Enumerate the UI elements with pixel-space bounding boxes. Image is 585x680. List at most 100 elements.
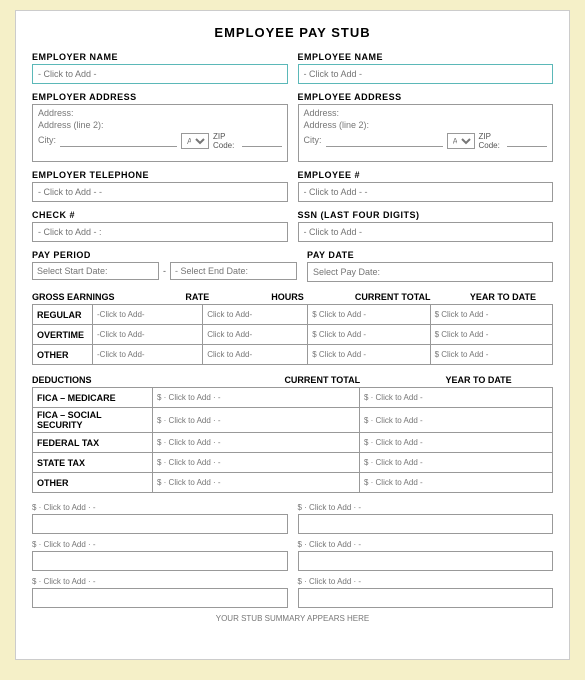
ssn-label: SSN (LAST FOUR DIGITS) — [298, 210, 554, 220]
employee-name-col: EMPLOYEE NAME — [298, 52, 554, 84]
earnings-current-cell-1[interactable]: $ Click to Add - — [308, 325, 430, 345]
employee-zip-label: ZIP Code: — [479, 132, 504, 150]
ded-current-cell-3[interactable]: $ · Click to Add · - — [153, 453, 360, 473]
employer-address-block: Address: Address (line 2): City: A ▼ ZIP… — [32, 104, 288, 162]
employer-name-col: EMPLOYER NAME — [32, 52, 288, 84]
earnings-current-cell-0[interactable]: $ Click to Add - — [308, 305, 430, 325]
summary-left-input-2[interactable] — [32, 588, 288, 608]
ssn-input[interactable] — [298, 222, 554, 242]
pay-date-label: PAY DATE — [307, 250, 553, 260]
summary-left-label-1: $ · Click to Add · - — [32, 540, 288, 549]
summary-row-2: $ · Click to Add · - $ · Click to Add · … — [32, 577, 553, 608]
pay-date-input[interactable] — [307, 262, 553, 282]
summary-left-2: $ · Click to Add · - — [32, 577, 288, 608]
earnings-gross-label: GROSS EARNINGS — [32, 292, 152, 302]
employee-city-input[interactable] — [326, 136, 443, 147]
employer-name-label: EMPLOYER NAME — [32, 52, 288, 62]
employee-number-col: EMPLOYEE # — [298, 170, 554, 202]
employee-state-select[interactable]: A ▼ — [447, 133, 475, 149]
deductions-header: DEDUCTIONS CURRENT TOTAL YEAR TO DATE — [32, 375, 553, 385]
earnings-row-label-0: REGULAR — [33, 305, 93, 325]
summary-right-label-1: $ · Click to Add · - — [298, 540, 554, 549]
employer-addr-line2: Address (line 2): — [38, 120, 282, 130]
ded-ytd-cell-4[interactable]: $ · Click to Add - — [359, 473, 552, 493]
employer-state-select[interactable]: A ▼ — [181, 133, 209, 149]
ded-ytd-cell-2[interactable]: $ · Click to Add - — [359, 433, 552, 453]
employee-city-row: City: A ▼ ZIP Code: — [304, 132, 548, 150]
summary-right-input-1[interactable] — [298, 551, 554, 571]
earnings-section: GROSS EARNINGS RATE HOURS CURRENT TOTAL … — [32, 292, 553, 365]
earnings-ytd-cell-0[interactable]: $ Click to Add - — [430, 305, 552, 325]
summary-right-1: $ · Click to Add · - — [298, 540, 554, 571]
ssn-col: SSN (LAST FOUR DIGITS) — [298, 210, 554, 242]
summary-right-0: $ · Click to Add · - — [298, 503, 554, 534]
employer-city-input[interactable] — [60, 136, 177, 147]
ded-row-label-0: FICA – MEDICARE — [33, 388, 153, 408]
summary-right-2: $ · Click to Add · - — [298, 577, 554, 608]
pay-period-start-input[interactable] — [32, 262, 159, 280]
ded-ytd-cell-3[interactable]: $ · Click to Add - — [359, 453, 552, 473]
pay-period-col: PAY PERIOD - — [32, 250, 297, 282]
check-input[interactable] — [32, 222, 288, 242]
earnings-rate-cell-2[interactable]: -Click to Add- — [93, 345, 203, 365]
employer-addr-line1: Address: — [38, 108, 282, 118]
employee-name-input[interactable] — [298, 64, 554, 84]
page-title: EMPLOYEE PAY STUB — [32, 25, 553, 40]
summary-row-1: $ · Click to Add · - $ · Click to Add · … — [32, 540, 553, 571]
period-dash: - — [163, 266, 166, 276]
pay-period-end-input[interactable] — [170, 262, 297, 280]
earnings-ytd-cell-1[interactable]: $ Click to Add - — [430, 325, 552, 345]
ded-current-cell-0[interactable]: $ · Click to Add · - — [153, 388, 360, 408]
employee-name-label: EMPLOYEE NAME — [298, 52, 554, 62]
ded-row-label-3: STATE TAX — [33, 453, 153, 473]
employee-address-col: EMPLOYEE ADDRESS Address: Address (line … — [298, 92, 554, 162]
earnings-row-label-2: OTHER — [33, 345, 93, 365]
earnings-hours-cell-0[interactable]: Click to Add- — [203, 305, 308, 325]
employer-city-row: City: A ▼ ZIP Code: — [38, 132, 282, 150]
ded-ytd-cell-1[interactable]: $ · Click to Add - — [359, 408, 552, 433]
employer-telephone-input[interactable] — [32, 182, 288, 202]
employee-addr-line1: Address: — [304, 108, 548, 118]
summary-left-input-0[interactable] — [32, 514, 288, 534]
employer-name-input[interactable] — [32, 64, 288, 84]
summary-right-label-0: $ · Click to Add · - — [298, 503, 554, 512]
earnings-row: OTHER -Click to Add- Click to Add- $ Cli… — [33, 345, 553, 365]
employer-address-col: EMPLOYER ADDRESS Address: Address (line … — [32, 92, 288, 162]
ded-current-cell-1[interactable]: $ · Click to Add · - — [153, 408, 360, 433]
employer-zip-input[interactable] — [242, 136, 282, 147]
earnings-rate-cell-1[interactable]: -Click to Add- — [93, 325, 203, 345]
earnings-ytd-cell-2[interactable]: $ Click to Add - — [430, 345, 552, 365]
deductions-row: STATE TAX $ · Click to Add · - $ · Click… — [33, 453, 553, 473]
employee-address-block: Address: Address (line 2): City: A ▼ ZIP… — [298, 104, 554, 162]
summary-row-0: $ · Click to Add · - $ · Click to Add · … — [32, 503, 553, 534]
summary-right-input-0[interactable] — [298, 514, 554, 534]
earnings-table: REGULAR -Click to Add- Click to Add- $ C… — [32, 304, 553, 365]
deductions-table: FICA – MEDICARE $ · Click to Add · - $ ·… — [32, 387, 553, 493]
employee-city-label: City: — [304, 135, 322, 145]
deductions-row: FEDERAL TAX $ · Click to Add · - $ · Cli… — [33, 433, 553, 453]
earnings-rate-label: RATE — [152, 292, 242, 302]
ded-current-cell-4[interactable]: $ · Click to Add · - — [153, 473, 360, 493]
employer-telephone-label: EMPLOYER TELEPHONE — [32, 170, 288, 180]
employee-addr-line2: Address (line 2): — [304, 120, 548, 130]
summary-right-input-2[interactable] — [298, 588, 554, 608]
name-row: EMPLOYER NAME EMPLOYEE NAME — [32, 52, 553, 84]
employer-telephone-col: EMPLOYER TELEPHONE — [32, 170, 288, 202]
deductions-row: OTHER $ · Click to Add · - $ · Click to … — [33, 473, 553, 493]
earnings-hours-cell-1[interactable]: Click to Add- — [203, 325, 308, 345]
summary-left-label-0: $ · Click to Add · - — [32, 503, 288, 512]
address-row: EMPLOYER ADDRESS Address: Address (line … — [32, 92, 553, 162]
pay-period-label: PAY PERIOD — [32, 250, 297, 260]
summary-left-input-1[interactable] — [32, 551, 288, 571]
earnings-rate-cell-0[interactable]: -Click to Add- — [93, 305, 203, 325]
summary-left-1: $ · Click to Add · - — [32, 540, 288, 571]
employee-number-input[interactable] — [298, 182, 554, 202]
ded-current-cell-2[interactable]: $ · Click to Add · - — [153, 433, 360, 453]
earnings-current-cell-2[interactable]: $ Click to Add - — [308, 345, 430, 365]
ded-ytd-cell-0[interactable]: $ · Click to Add - — [359, 388, 552, 408]
ded-row-label-1: FICA – SOCIAL SECURITY — [33, 408, 153, 433]
earnings-hours-cell-2[interactable]: Click to Add- — [203, 345, 308, 365]
deductions-row: FICA – MEDICARE $ · Click to Add · - $ ·… — [33, 388, 553, 408]
employer-zip-label: ZIP Code: — [213, 132, 238, 150]
employee-zip-input[interactable] — [507, 136, 547, 147]
